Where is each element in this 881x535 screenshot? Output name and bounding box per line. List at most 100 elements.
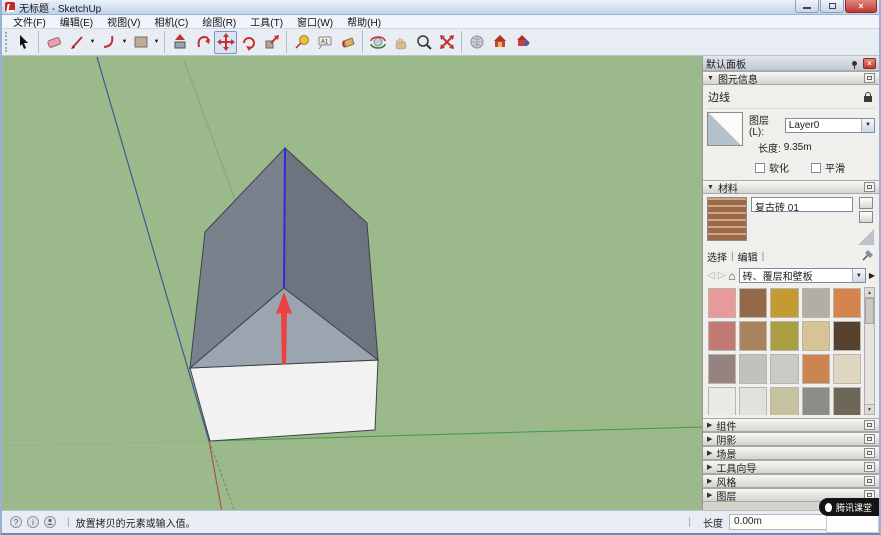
material-swatch[interactable] bbox=[770, 387, 799, 415]
section-detach-button[interactable] bbox=[864, 434, 875, 444]
zoom-tool-icon[interactable] bbox=[412, 31, 435, 54]
entity-info-detach-button[interactable] bbox=[864, 73, 875, 83]
menu-file[interactable]: 文件(F) bbox=[6, 14, 53, 29]
material-swatch[interactable] bbox=[739, 354, 768, 384]
section-styles[interactable]: ▶ 风格 bbox=[703, 474, 879, 489]
toolbar-grip[interactable] bbox=[5, 32, 9, 52]
smooth-checkbox[interactable]: 平滑 bbox=[811, 160, 845, 175]
materials-detach-button[interactable] bbox=[864, 182, 875, 192]
chevron-down-icon[interactable]: ▼ bbox=[861, 118, 874, 132]
rectangle-tool-dropdown-icon[interactable]: ▼ bbox=[152, 31, 161, 54]
pan-tool-icon[interactable] bbox=[389, 31, 412, 54]
menu-tools[interactable]: 工具(T) bbox=[243, 14, 290, 29]
close-button[interactable]: × bbox=[845, 0, 877, 13]
text-label-tool-icon[interactable]: A1 bbox=[313, 31, 336, 54]
material-swatch[interactable] bbox=[801, 321, 830, 351]
section-shadows[interactable]: ▶ 阴影 bbox=[703, 432, 879, 447]
menu-draw[interactable]: 绘图(R) bbox=[195, 14, 243, 29]
tencent-classroom-popup[interactable]: 腾讯课堂 bbox=[819, 498, 879, 516]
material-swatch[interactable] bbox=[801, 354, 830, 384]
layer-dropdown[interactable]: Layer0 ▼ bbox=[784, 117, 875, 133]
menu-window[interactable]: 窗口(W) bbox=[290, 14, 340, 29]
swatch-scrollbar[interactable]: ▲ ▼ bbox=[864, 287, 875, 415]
scale-tool-icon[interactable] bbox=[260, 31, 283, 54]
eraser-tool-icon[interactable] bbox=[42, 31, 65, 54]
orbit-tool-icon[interactable] bbox=[366, 31, 389, 54]
material-swatch[interactable] bbox=[739, 288, 768, 318]
tape-measure-tool-icon[interactable] bbox=[290, 31, 313, 54]
material-swatch[interactable] bbox=[770, 354, 799, 384]
section-scenes[interactable]: ▶ 场景 bbox=[703, 446, 879, 461]
popup-ad-fragment[interactable] bbox=[826, 515, 879, 533]
material-swatch[interactable] bbox=[801, 387, 830, 415]
material-swatch[interactable] bbox=[832, 354, 861, 384]
section-detach-button[interactable] bbox=[864, 420, 875, 430]
line-tool-dropdown-icon[interactable]: ▼ bbox=[88, 31, 97, 54]
model-viewport[interactable] bbox=[2, 56, 703, 513]
menu-view[interactable]: 视图(V) bbox=[100, 14, 147, 29]
share-model-tool-icon[interactable] bbox=[511, 31, 534, 54]
add-location-tool-icon[interactable] bbox=[465, 31, 488, 54]
arc-tool-icon[interactable] bbox=[97, 31, 120, 54]
section-instructor[interactable]: ▶ 工具向导 bbox=[703, 460, 879, 475]
entity-info-header[interactable]: ▼ 图元信息 bbox=[703, 71, 879, 86]
follow-me-tool-icon[interactable] bbox=[191, 31, 214, 54]
forward-arrow-icon[interactable]: ▷ bbox=[718, 270, 726, 281]
section-components[interactable]: ▶ 组件 bbox=[703, 418, 879, 433]
back-arrow-icon[interactable]: ◁ bbox=[707, 270, 715, 281]
material-swatch[interactable] bbox=[801, 288, 830, 318]
minimize-button[interactable] bbox=[795, 0, 819, 13]
rectangle-tool-icon[interactable] bbox=[129, 31, 152, 54]
material-swatch[interactable] bbox=[770, 288, 799, 318]
credits-status-icon[interactable]: i bbox=[27, 516, 39, 528]
zoom-extents-tool-icon[interactable] bbox=[435, 31, 458, 54]
paint-bucket-tool-icon[interactable] bbox=[336, 31, 359, 54]
restore-button[interactable] bbox=[820, 0, 844, 13]
menu-edit[interactable]: 编辑(E) bbox=[53, 14, 100, 29]
material-swatch[interactable] bbox=[708, 321, 737, 351]
measurement-input[interactable]: 0.00m bbox=[729, 514, 839, 530]
material-swatch[interactable] bbox=[739, 321, 768, 351]
tab-edit[interactable]: 编辑 bbox=[738, 249, 758, 264]
arc-tool-dropdown-icon[interactable]: ▼ bbox=[120, 31, 129, 54]
material-swatch[interactable] bbox=[832, 321, 861, 351]
material-category-dropdown[interactable]: 砖、覆层和壁板 ▼ bbox=[738, 268, 866, 283]
scrollbar-thumb[interactable] bbox=[865, 298, 874, 324]
section-detach-button[interactable] bbox=[864, 448, 875, 458]
material-swatch[interactable] bbox=[832, 288, 861, 318]
push-pull-tool-icon[interactable] bbox=[168, 31, 191, 54]
tray-close-button[interactable]: × bbox=[863, 57, 876, 69]
lock-icon[interactable] bbox=[864, 91, 872, 102]
material-swatch[interactable] bbox=[708, 354, 737, 384]
soften-checkbox[interactable]: 软化 bbox=[755, 160, 789, 175]
material-swatch[interactable] bbox=[832, 387, 861, 415]
eyedropper-icon[interactable] bbox=[861, 248, 875, 265]
chevron-down-icon[interactable]: ▼ bbox=[851, 269, 865, 282]
move-tool-icon[interactable] bbox=[214, 30, 237, 54]
section-detach-button[interactable] bbox=[864, 476, 875, 486]
material-swatch[interactable] bbox=[708, 288, 737, 318]
material-swatch[interactable] bbox=[708, 387, 737, 415]
material-swatch[interactable] bbox=[770, 321, 799, 351]
in-model-icon[interactable] bbox=[859, 211, 873, 223]
create-material-icon[interactable] bbox=[859, 197, 873, 209]
active-material-thumbnail[interactable] bbox=[707, 197, 747, 241]
home-icon[interactable]: ⌂ bbox=[728, 269, 735, 283]
select-tool-icon[interactable] bbox=[12, 31, 35, 54]
geolocation-status-icon[interactable]: ? bbox=[10, 516, 22, 528]
tab-select[interactable]: 选择 bbox=[707, 249, 727, 264]
scroll-up-icon[interactable]: ▲ bbox=[865, 288, 874, 298]
menu-camera[interactable]: 相机(C) bbox=[147, 14, 195, 29]
get-models-tool-icon[interactable] bbox=[488, 31, 511, 54]
menu-help[interactable]: 帮助(H) bbox=[340, 14, 388, 29]
details-menu-icon[interactable]: ▶ bbox=[869, 271, 875, 280]
material-name-input[interactable]: 复古砖 01 bbox=[751, 197, 853, 214]
section-detach-button[interactable] bbox=[864, 462, 875, 472]
pin-icon[interactable] bbox=[852, 60, 857, 69]
line-tool-icon[interactable] bbox=[65, 31, 88, 54]
materials-header[interactable]: ▼ 材料 bbox=[703, 180, 879, 195]
user-status-icon[interactable] bbox=[44, 516, 56, 528]
rotate-tool-icon[interactable] bbox=[237, 31, 260, 54]
material-swatch[interactable] bbox=[739, 387, 768, 415]
scroll-down-icon[interactable]: ▼ bbox=[865, 404, 874, 414]
